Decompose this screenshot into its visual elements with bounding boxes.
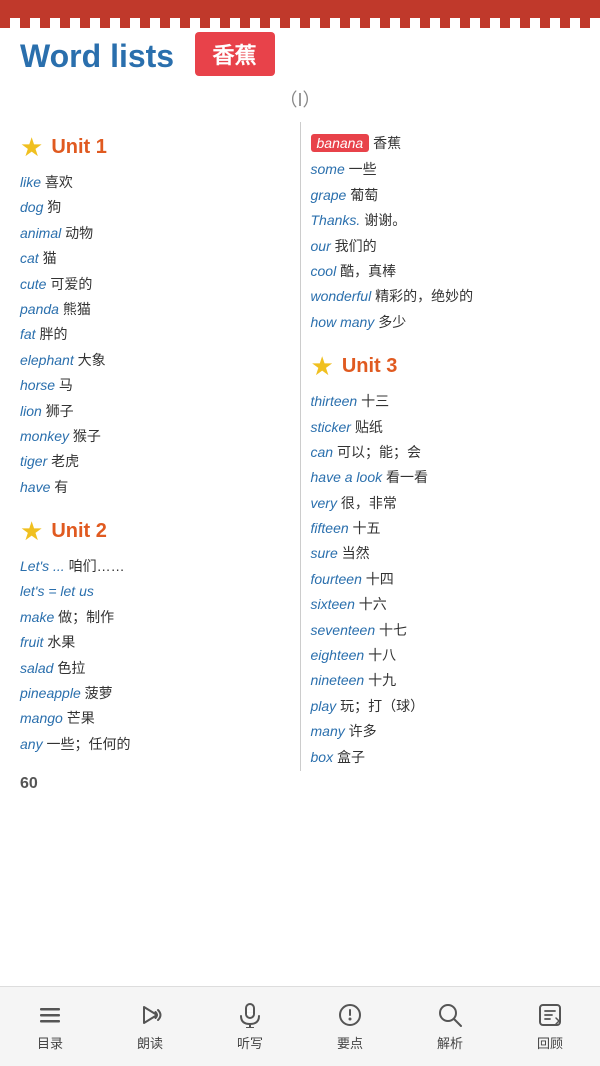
list-item: grape 葡萄 bbox=[311, 184, 581, 206]
analysis-icon bbox=[433, 1001, 467, 1029]
list-item: cool 酷，真棒 bbox=[311, 260, 581, 282]
list-item: very 很，非常 bbox=[311, 492, 581, 514]
unit2-header: ★ Unit 2 bbox=[20, 516, 290, 547]
list-item: horse 马 bbox=[20, 374, 290, 396]
banana-word-zh: 香蕉 bbox=[373, 135, 401, 151]
list-item: animal 动物 bbox=[20, 222, 290, 244]
toolbar-label-read: 朗读 bbox=[137, 1033, 163, 1052]
toolbar-label-keypoints: 要点 bbox=[337, 1033, 363, 1052]
list-item: make 做；制作 bbox=[20, 606, 290, 628]
banana-badge: 香蕉 bbox=[195, 32, 275, 76]
list-item: fourteen 十四 bbox=[311, 568, 581, 590]
list-item: fat 胖的 bbox=[20, 323, 290, 345]
list-item: nineteen 十九 bbox=[311, 669, 581, 691]
toolbar-item-read[interactable]: 朗读 bbox=[133, 1001, 167, 1052]
keypoints-icon bbox=[333, 1001, 367, 1029]
list-item: tiger 老虎 bbox=[20, 450, 290, 472]
list-item: Let's ... 咱们…… bbox=[20, 555, 290, 577]
menu-icon bbox=[33, 1001, 67, 1029]
list-item: sticker 贴纸 bbox=[311, 416, 581, 438]
list-item: let's = let us bbox=[20, 580, 290, 602]
list-item: how many 多少 bbox=[311, 311, 581, 333]
list-item: cute 可爱的 bbox=[20, 273, 290, 295]
toolbar-item-review[interactable]: 回顾 bbox=[533, 1001, 567, 1052]
list-item: elephant 大象 bbox=[20, 349, 290, 371]
list-item: any 一些；任何的 bbox=[20, 733, 290, 755]
toolbar-label-dictation: 听写 bbox=[237, 1033, 263, 1052]
toolbar-label-review: 回顾 bbox=[537, 1033, 563, 1052]
list-item: monkey 猴子 bbox=[20, 425, 290, 447]
list-item: have a look 看一看 bbox=[311, 466, 581, 488]
right-column: banana 香蕉 some 一些 grape 葡萄 Thanks. 谢谢。 o… bbox=[301, 122, 591, 771]
list-item: seventeen 十七 bbox=[311, 619, 581, 641]
read-icon bbox=[133, 1001, 167, 1029]
star-icon-unit3: ★ bbox=[311, 351, 334, 382]
left-column: ★ Unit 1 like 喜欢 dog 狗 animal 动物 cat 猫 c… bbox=[10, 122, 301, 771]
unit2-label: Unit 2 bbox=[51, 520, 107, 543]
unit1-label: Unit 1 bbox=[51, 136, 107, 159]
dictation-icon bbox=[233, 1001, 267, 1029]
list-item: some 一些 bbox=[311, 158, 581, 180]
content-area: ★ Unit 1 like 喜欢 dog 狗 animal 动物 cat 猫 c… bbox=[0, 122, 600, 771]
unit2-right-word-list: some 一些 grape 葡萄 Thanks. 谢谢。 our 我们的 coo… bbox=[311, 158, 581, 333]
unit2-word-list: Let's ... 咱们…… let's = let us make 做；制作 … bbox=[20, 555, 290, 755]
list-item: our 我们的 bbox=[311, 235, 581, 257]
star-icon-unit1: ★ bbox=[20, 132, 43, 163]
toolbar-item-keypoints[interactable]: 要点 bbox=[333, 1001, 367, 1052]
toolbar-item-dictation[interactable]: 听写 bbox=[233, 1001, 267, 1052]
list-item: thirteen 十三 bbox=[311, 390, 581, 412]
list-item: lion 狮子 bbox=[20, 400, 290, 422]
toolbar-item-analysis[interactable]: 解析 bbox=[433, 1001, 467, 1052]
bottom-toolbar: 目录 朗读 听写 bbox=[0, 986, 600, 1066]
list-item: panda 熊猫 bbox=[20, 298, 290, 320]
list-item: can 可以；能；会 bbox=[311, 441, 581, 463]
banana-word-en: banana bbox=[311, 134, 370, 152]
list-item: dog 狗 bbox=[20, 196, 290, 218]
review-icon bbox=[533, 1001, 567, 1029]
list-item: eighteen 十八 bbox=[311, 644, 581, 666]
unit1-header: ★ Unit 1 bbox=[20, 132, 290, 163]
list-item: cat 猫 bbox=[20, 247, 290, 269]
unit3-word-list: thirteen 十三 sticker 贴纸 can 可以；能；会 have a… bbox=[311, 390, 581, 768]
list-item: have 有 bbox=[20, 476, 290, 498]
page-title: Word lists bbox=[20, 38, 174, 75]
list-item: like 喜欢 bbox=[20, 171, 290, 193]
list-item: many 许多 bbox=[311, 720, 581, 742]
list-item: wonderful 精彩的，绝妙的 bbox=[311, 285, 581, 307]
top-decorative-bar bbox=[0, 0, 600, 18]
unit1-word-list: like 喜欢 dog 狗 animal 动物 cat 猫 cute 可爱的 p… bbox=[20, 171, 290, 498]
list-item: fruit 水果 bbox=[20, 631, 290, 653]
list-item: fifteen 十五 bbox=[311, 517, 581, 539]
unit3-label: Unit 3 bbox=[342, 355, 398, 378]
list-item: sure 当然 bbox=[311, 542, 581, 564]
list-item: mango 芒果 bbox=[20, 707, 290, 729]
list-item: salad 色拉 bbox=[20, 657, 290, 679]
list-item: pineapple 菠萝 bbox=[20, 682, 290, 704]
toolbar-item-menu[interactable]: 目录 bbox=[33, 1001, 67, 1052]
unit3-header: ★ Unit 3 bbox=[311, 351, 581, 382]
subtitle: （I） bbox=[20, 86, 580, 112]
toolbar-label-analysis: 解析 bbox=[437, 1033, 463, 1052]
page-header: Word lists 香蕉 （I） bbox=[0, 18, 600, 112]
highlight-banana: banana 香蕉 bbox=[311, 132, 581, 154]
list-item: box 盒子 bbox=[311, 746, 581, 768]
page-number: 60 bbox=[20, 775, 38, 793]
list-item: sixteen 十六 bbox=[311, 593, 581, 615]
main-wrapper: Word lists 香蕉 （I） ★ Unit 1 like 喜欢 dog 狗… bbox=[0, 0, 600, 861]
list-item: play 玩；打（球） bbox=[311, 695, 581, 717]
toolbar-label-menu: 目录 bbox=[37, 1033, 63, 1052]
list-item: Thanks. 谢谢。 bbox=[311, 209, 581, 231]
star-icon-unit2: ★ bbox=[20, 516, 43, 547]
